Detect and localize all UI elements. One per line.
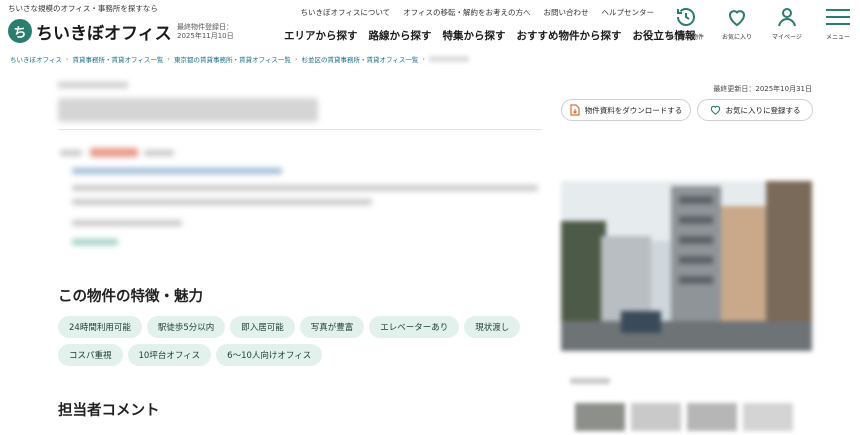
nav-line[interactable]: 路線から探す bbox=[369, 28, 432, 43]
top-links: ちいきぼオフィスについて オフィスの移転・解約をお考えの方へ お問い合わせ ヘル… bbox=[301, 7, 654, 18]
feature-tag[interactable]: エレベーターあり bbox=[369, 316, 460, 338]
favorite-heart-icon bbox=[728, 10, 746, 27]
breadcrumb-separator: › bbox=[167, 55, 170, 63]
document-download-icon bbox=[570, 104, 580, 116]
feature-tag[interactable]: 写真が豊富 bbox=[299, 316, 365, 338]
breadcrumb-tokyo[interactable]: 東京都の賃貸事務所・賃貸オフィス一覧 bbox=[174, 54, 291, 64]
menu-hamburger-icon bbox=[826, 9, 850, 25]
add-favorite-label: お気に入りに登録する bbox=[725, 105, 801, 115]
property-title-blurred bbox=[58, 98, 318, 122]
menu-button[interactable]: メニュー bbox=[816, 5, 860, 41]
mypage-button[interactable]: マイページ bbox=[765, 5, 809, 41]
feature-tag[interactable]: 24時間利用可能 bbox=[58, 316, 142, 338]
features-title: この物件の特徴・魅力 bbox=[58, 289, 203, 305]
main-nav: エリアから探す 路線から探す 特集から探す おすすめ物件から探す お役立ち情報 bbox=[284, 28, 696, 43]
feature-tag[interactable]: 現状渡し bbox=[464, 316, 521, 338]
feature-tag[interactable]: コスパ重視 bbox=[58, 344, 123, 366]
top-link-help[interactable]: ヘルプセンター bbox=[602, 7, 655, 18]
breadcrumb: ちいきぼオフィス › 賃貸事務所・賃貸オフィス一覧 › 東京都の賃貸事務所・賃貸オフ… bbox=[10, 54, 469, 64]
breadcrumb-home[interactable]: ちいきぼオフィス bbox=[10, 54, 62, 64]
site-tagline: ちいさな規模のオフィス・事務所を探すなら bbox=[8, 4, 158, 13]
download-materials-button[interactable]: 物件資料をダウンロードする bbox=[561, 99, 691, 121]
access-line-blurred bbox=[72, 168, 282, 174]
heart-outline-icon bbox=[710, 105, 720, 115]
top-link-contact[interactable]: お問い合わせ bbox=[544, 7, 589, 18]
breadcrumb-all[interactable]: 賃貸事務所・賃貸オフィス一覧 bbox=[72, 54, 163, 64]
photo-thumbnails[interactable] bbox=[575, 403, 815, 431]
floor-line-blurred bbox=[72, 220, 182, 226]
mypage-label: マイページ bbox=[772, 34, 802, 41]
price-label-blurred bbox=[60, 150, 82, 156]
favorites-label: お気に入り bbox=[721, 34, 752, 41]
logo-text: ちいきぼオフィス bbox=[36, 23, 172, 44]
description-line-blurred bbox=[72, 185, 538, 191]
favorites-button[interactable]: お気に入り bbox=[715, 5, 759, 41]
top-link-relocation[interactable]: オフィスの移転・解約をお考えの方へ bbox=[403, 7, 530, 18]
breadcrumb-separator: › bbox=[422, 55, 425, 63]
reg-date: 2025年11月10日 bbox=[177, 32, 234, 40]
breadcrumb-separator: › bbox=[294, 55, 298, 63]
download-materials-label: 物件資料をダウンロードする bbox=[584, 105, 683, 115]
breadcrumb-current-blurred bbox=[428, 56, 469, 62]
price-unit-blurred bbox=[144, 150, 174, 156]
nav-recommended[interactable]: おすすめ物件から探す bbox=[517, 28, 622, 43]
description-line-blurred bbox=[72, 199, 372, 205]
property-photo[interactable] bbox=[561, 181, 812, 351]
recently-viewed-button[interactable]: 最近見た物件 bbox=[664, 5, 708, 41]
property-subtitle-blurred bbox=[58, 82, 128, 88]
nav-feature[interactable]: 特集から探す bbox=[443, 28, 506, 43]
staff-comment-title: 担当者コメント bbox=[58, 403, 160, 419]
nav-area[interactable]: エリアから探す bbox=[284, 28, 358, 43]
divider bbox=[58, 129, 542, 130]
photo-caption-blurred bbox=[570, 378, 610, 384]
thumbnail-strip-graphic bbox=[575, 403, 793, 431]
feature-tag[interactable]: 6〜10人向けオフィス bbox=[216, 344, 323, 366]
price-value-blurred bbox=[90, 148, 138, 157]
logo-mark-icon: ち bbox=[8, 19, 32, 43]
recently-viewed-label: 最近見た物件 bbox=[667, 34, 704, 41]
menu-label: メニュー bbox=[825, 34, 850, 41]
reg-label: 最終物件登録日： bbox=[177, 23, 233, 31]
last-updated: 最終更新日：2025年10月31日 bbox=[713, 85, 812, 93]
site-logo[interactable]: ち ちいきぼオフィス bbox=[8, 17, 172, 45]
feature-tags: 24時間利用可能 駅徒歩5分以内 即入居可能 写真が豊富 エレベーターあり 現状… bbox=[58, 316, 528, 366]
feature-tag[interactable]: 10坪台オフィス bbox=[127, 344, 212, 366]
site-header: ちいさな規模のオフィス・事務所を探すなら ち ちいきぼオフィス 最終物件登録日：… bbox=[0, 0, 860, 50]
breadcrumb-suginami[interactable]: 杉並区の賃貸事務所・賃貸オフィス一覧 bbox=[301, 54, 418, 64]
feature-tag[interactable]: 即入居可能 bbox=[230, 316, 295, 338]
more-link-blurred bbox=[72, 239, 118, 245]
breadcrumb-separator: › bbox=[65, 55, 69, 63]
feature-tag[interactable]: 駅徒歩5分以内 bbox=[146, 316, 226, 338]
add-favorite-button[interactable]: お気に入りに登録する bbox=[697, 99, 813, 121]
top-link-about[interactable]: ちいきぼオフィスについて bbox=[301, 7, 391, 18]
recently-viewed-icon bbox=[677, 8, 695, 26]
last-registered-date: 最終物件登録日： 2025年11月10日 bbox=[177, 23, 234, 41]
mypage-person-icon bbox=[778, 8, 796, 27]
building-photo-graphic bbox=[561, 181, 812, 351]
